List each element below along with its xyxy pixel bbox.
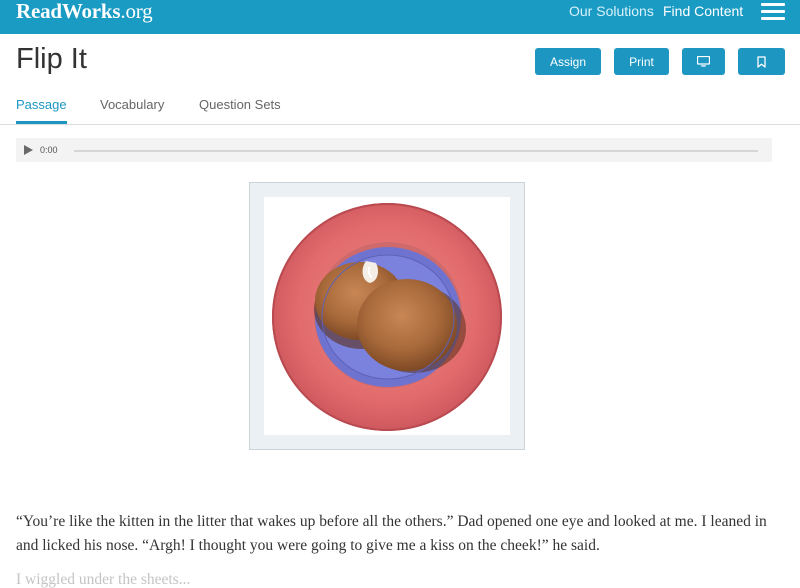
passage-image-frame (249, 182, 525, 450)
bookmark-icon (757, 55, 766, 68)
nav-find-content-link[interactable]: Find Content (663, 2, 743, 20)
logo-suffix: .org (120, 0, 153, 23)
tab-question-sets[interactable]: Question Sets (199, 97, 281, 113)
passage-paragraph-faded: I wiggled under the sheets... (16, 571, 191, 588)
logo-text: ReadWorks (16, 0, 121, 23)
hamburger-menu-icon[interactable] (761, 1, 785, 21)
passage-text: “You’re like the kitten in the litter th… (16, 510, 786, 588)
passage-tabs: Passage Vocabulary Question Sets (0, 88, 800, 125)
assign-button[interactable]: Assign (535, 48, 601, 75)
monitor-icon (697, 56, 710, 67)
page-title: Flip It (16, 43, 87, 75)
audio-time: 0:00 (40, 145, 58, 155)
print-button[interactable]: Print (614, 48, 669, 75)
play-icon[interactable] (24, 145, 33, 155)
passage-paragraph: “You’re like the kitten in the litter th… (16, 513, 767, 554)
active-tab-indicator (16, 121, 67, 124)
nav-our-solutions-link[interactable]: Our Solutions (569, 2, 654, 20)
tab-vocabulary[interactable]: Vocabulary (100, 97, 164, 113)
audio-player: 0:00 (16, 138, 772, 162)
audio-progress-track[interactable] (74, 150, 758, 152)
passage-image (264, 197, 510, 435)
top-navigation-bar: ReadWorks.org Our Solutions Find Content (0, 0, 800, 34)
present-button[interactable] (682, 48, 725, 75)
readworks-logo[interactable]: ReadWorks.org (16, 0, 153, 23)
pancakes-illustration (272, 203, 502, 431)
tab-passage[interactable]: Passage (16, 97, 67, 113)
bookmark-button[interactable] (738, 48, 785, 75)
